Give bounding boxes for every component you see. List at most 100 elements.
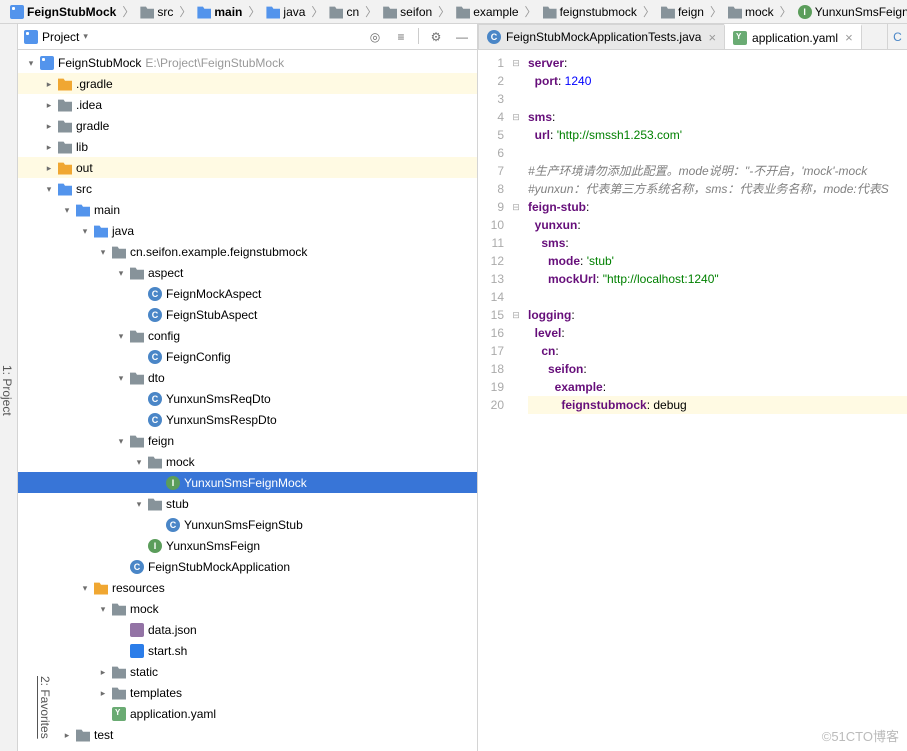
tree-row[interactable]: .idea [18, 94, 477, 115]
expand-arrow-icon[interactable] [98, 688, 108, 698]
tree-row[interactable]: static [18, 661, 477, 682]
expand-arrow-icon[interactable] [134, 499, 144, 509]
tree-row[interactable]: java [18, 220, 477, 241]
editor-tab[interactable]: application.yaml× [724, 24, 862, 49]
breadcrumb-separator: 〉 [525, 3, 537, 20]
breadcrumb-item[interactable]: java [262, 5, 309, 19]
panel-title[interactable]: Project ▾ [24, 30, 88, 44]
expand-arrow-icon[interactable] [98, 667, 108, 677]
expand-arrow-icon[interactable] [44, 184, 54, 194]
expand-arrow-icon[interactable] [62, 730, 72, 740]
tree-row[interactable]: gradle [18, 115, 477, 136]
fold-handle[interactable]: ⊟ [510, 54, 522, 72]
tree-row[interactable]: CYunxunSmsRespDto [18, 409, 477, 430]
breadcrumb-item[interactable]: example [452, 5, 522, 19]
breadcrumb-item[interactable]: seifon [379, 5, 436, 19]
tab-overflow-icon[interactable]: C [887, 24, 907, 49]
locate-icon[interactable]: ◎ [366, 28, 384, 46]
tree-row[interactable]: CFeignStubMockApplication [18, 556, 477, 577]
expand-arrow-icon[interactable] [44, 79, 54, 89]
breadcrumb-item[interactable]: IYunxunSmsFeignMock [794, 5, 907, 19]
tree-label: src [76, 182, 92, 196]
project-tree[interactable]: FeignStubMock E:\Project\FeignStubMock.g… [18, 50, 477, 751]
tree-row[interactable]: resources [18, 577, 477, 598]
breadcrumb-item[interactable]: main [193, 5, 246, 19]
expand-arrow-icon[interactable] [44, 163, 54, 173]
expand-arrow-icon[interactable] [116, 373, 126, 383]
tree-row[interactable]: data.json [18, 619, 477, 640]
editor-tab[interactable]: CFeignStubMockApplicationTests.java× [478, 24, 725, 49]
main-area: 1: Project 2: Favorites Project ▾ ◎ ≡ ⚙ … [0, 24, 907, 751]
expand-arrow-icon[interactable] [80, 583, 90, 593]
breadcrumb-item[interactable]: feign [657, 5, 708, 19]
tree-row[interactable]: lib [18, 136, 477, 157]
code-content[interactable]: server: port: 1240 sms: url: 'http://sms… [522, 50, 907, 751]
gear-icon[interactable]: ⚙ [427, 28, 445, 46]
folder-icon [58, 140, 72, 154]
expand-arrow-icon[interactable] [44, 142, 54, 152]
fold-handle[interactable]: ⊟ [510, 306, 522, 324]
tree-row[interactable]: config [18, 325, 477, 346]
fold-column[interactable]: ⊟ ⊟ ⊟ ⊟ [510, 50, 522, 751]
breadcrumb-label: mock [745, 5, 774, 19]
line-number: 20 [478, 396, 504, 414]
breadcrumb-label: YunxunSmsFeignMock [815, 5, 907, 19]
tree-label: main [94, 203, 120, 217]
tree-row[interactable]: .gradle [18, 73, 477, 94]
tree-row[interactable]: CFeignConfig [18, 346, 477, 367]
expand-arrow-icon[interactable] [62, 205, 72, 215]
tree-row[interactable]: dto [18, 367, 477, 388]
close-icon[interactable]: × [708, 30, 716, 45]
expand-arrow-icon[interactable] [44, 121, 54, 131]
tree-row[interactable]: aspect [18, 262, 477, 283]
expand-arrow-icon[interactable] [98, 604, 108, 614]
collapse-icon[interactable]: ≡ [392, 28, 410, 46]
close-icon[interactable]: × [845, 30, 853, 45]
tree-row[interactable]: mock [18, 451, 477, 472]
tree-row[interactable]: application.yaml [18, 703, 477, 724]
tree-row[interactable]: CYunxunSmsReqDto [18, 388, 477, 409]
sidebar-tab-project[interactable]: 1: Project [0, 30, 14, 751]
tree-label: start.sh [148, 644, 187, 658]
tree-row[interactable]: CYunxunSmsFeignStub [18, 514, 477, 535]
tree-row[interactable]: feign [18, 430, 477, 451]
tree-row[interactable]: start.sh [18, 640, 477, 661]
tree-row[interactable]: cn.seifon.example.feignstubmock [18, 241, 477, 262]
breadcrumb-item[interactable]: src [136, 5, 177, 19]
tree-row[interactable]: src [18, 178, 477, 199]
fold-handle [510, 252, 522, 270]
fold-handle[interactable]: ⊟ [510, 108, 522, 126]
tree-row[interactable]: stub [18, 493, 477, 514]
tree-row[interactable]: CFeignStubAspect [18, 304, 477, 325]
breadcrumb-item[interactable]: feignstubmock [539, 5, 641, 19]
expand-arrow-icon[interactable] [116, 331, 126, 341]
tree-row[interactable]: CFeignMockAspect [18, 283, 477, 304]
breadcrumb-item[interactable]: cn [325, 5, 363, 19]
code-line: example: [528, 378, 907, 396]
expand-arrow-icon[interactable] [98, 247, 108, 257]
hide-icon[interactable]: — [453, 28, 471, 46]
tree-row[interactable]: templates [18, 682, 477, 703]
tree-row[interactable]: main [18, 199, 477, 220]
tree-row[interactable]: out [18, 157, 477, 178]
expand-arrow-icon[interactable] [134, 457, 144, 467]
expand-arrow-icon[interactable] [44, 100, 54, 110]
expand-arrow-icon[interactable] [116, 268, 126, 278]
code-line: feignstubmock: debug [528, 396, 907, 414]
line-number: 5 [478, 126, 504, 144]
tree-row[interactable]: mock [18, 598, 477, 619]
tree-row[interactable]: test [18, 724, 477, 745]
fold-handle [510, 234, 522, 252]
tree-row[interactable]: IYunxunSmsFeign [18, 535, 477, 556]
expand-arrow-icon[interactable] [80, 226, 90, 236]
expand-arrow-icon[interactable] [26, 58, 36, 68]
expand-arrow-icon[interactable] [116, 436, 126, 446]
tree-row[interactable]: IYunxunSmsFeignMock [18, 472, 477, 493]
code-editor[interactable]: 1234567891011121314151617181920 ⊟⊟⊟⊟ ser… [478, 50, 907, 751]
tree-row[interactable]: FeignStubMock E:\Project\FeignStubMock [18, 52, 477, 73]
breadcrumb-item[interactable]: mock [724, 5, 778, 19]
breadcrumb-label: example [473, 5, 518, 19]
fold-handle[interactable]: ⊟ [510, 198, 522, 216]
yaml-icon [112, 707, 126, 721]
breadcrumb-item[interactable]: FeignStubMock [6, 5, 120, 19]
